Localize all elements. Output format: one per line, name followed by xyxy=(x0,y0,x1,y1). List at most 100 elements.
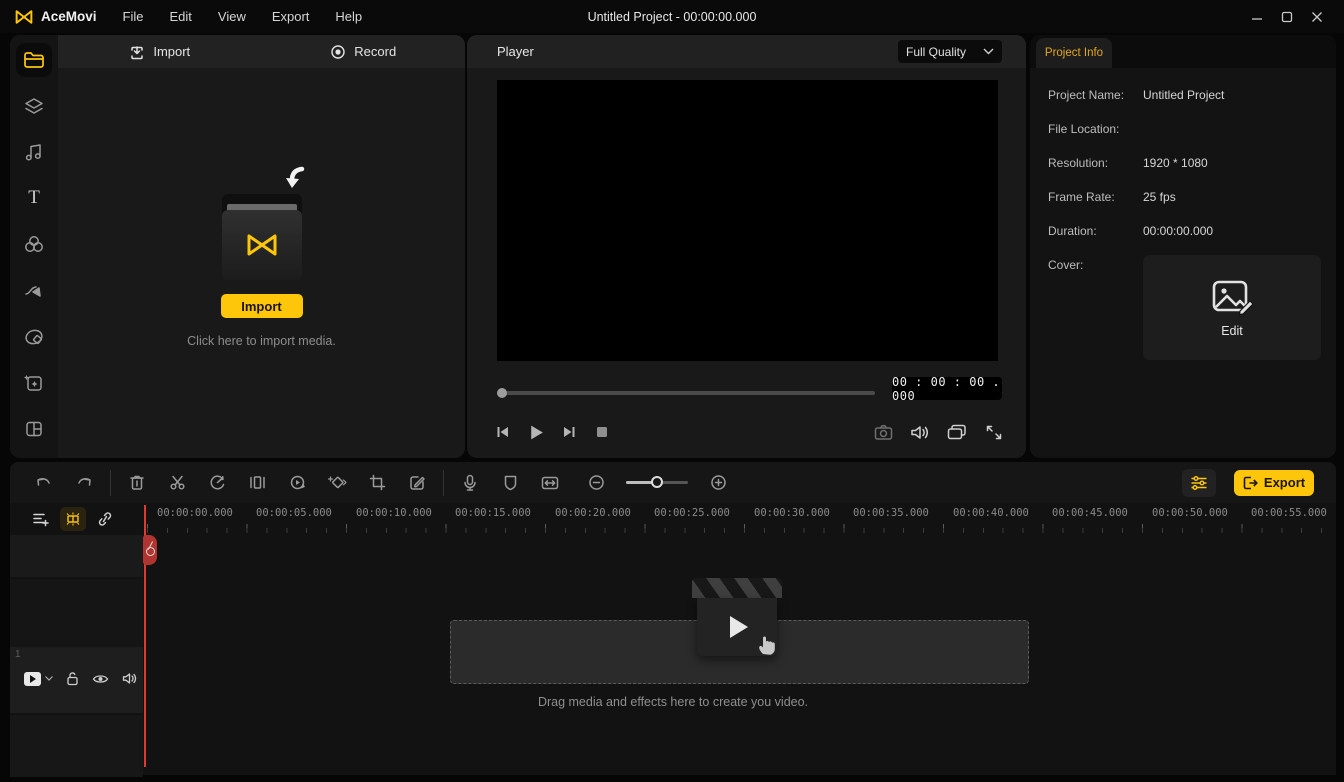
menu-file[interactable]: File xyxy=(123,9,144,24)
down-arrow-icon xyxy=(284,166,306,190)
chevron-down-icon xyxy=(45,676,53,681)
behaviors-icon xyxy=(23,327,45,347)
edit-toolbar: Export xyxy=(10,462,1336,503)
track-type-button[interactable] xyxy=(24,672,53,686)
sidebar-item-elements[interactable] xyxy=(16,366,52,400)
sidebar-item-media[interactable] xyxy=(16,43,52,77)
reverse-button[interactable] xyxy=(277,469,317,497)
next-frame-button[interactable] xyxy=(557,420,581,444)
track-visibility-button[interactable] xyxy=(92,673,109,685)
clapperboard-illustration xyxy=(692,578,782,658)
menu-view[interactable]: View xyxy=(218,9,246,24)
media-tabs: Import Record xyxy=(58,35,465,68)
media-folder-icon xyxy=(25,53,43,67)
cut-button[interactable] xyxy=(157,469,197,497)
ruler-label: 00:00:10.000 xyxy=(356,507,432,519)
timeline-drop-hint: Drag media and effects here to create yo… xyxy=(10,695,1336,709)
timeline-ruler[interactable]: 00:00:00.000 00:00:05.000 00:00:10.000 0… xyxy=(145,503,1336,533)
volume-speaker-icon[interactable] xyxy=(908,420,932,444)
sidebar-item-filters[interactable] xyxy=(16,227,52,261)
track-mute-button[interactable] xyxy=(122,672,137,685)
eye-icon xyxy=(92,673,109,685)
sidebar-item-text[interactable]: T xyxy=(16,181,52,215)
zoom-out-button[interactable] xyxy=(576,469,616,497)
player-panel: Player Full Quality 00 : 00 : 00 . 000 xyxy=(467,35,1026,458)
watermark-button[interactable] xyxy=(490,469,530,497)
adjustments-button[interactable] xyxy=(1182,469,1216,497)
tab-import[interactable]: Import xyxy=(58,35,262,68)
menu-edit[interactable]: Edit xyxy=(169,9,191,24)
menu-export[interactable]: Export xyxy=(272,9,310,24)
playhead-marker[interactable] xyxy=(143,535,157,565)
voiceover-button[interactable] xyxy=(450,469,490,497)
maximize-button[interactable] xyxy=(1272,0,1302,33)
snap-button[interactable] xyxy=(60,507,86,531)
sidebar-item-behaviors[interactable] xyxy=(16,320,52,354)
cover-edit-label: Edit xyxy=(1221,324,1243,338)
sidebar-item-transitions[interactable] xyxy=(16,274,52,308)
play-icon xyxy=(730,616,748,638)
ruler-label: 00:00:35.000 xyxy=(853,507,929,519)
close-button[interactable] xyxy=(1302,0,1332,33)
add-track-button[interactable] xyxy=(28,507,54,531)
sidebar-item-effects[interactable] xyxy=(16,89,52,123)
export-button[interactable]: Export xyxy=(1234,470,1314,496)
picture-in-picture-icon[interactable] xyxy=(945,420,969,444)
seek-thumb[interactable] xyxy=(497,388,507,398)
sidebar-item-audio[interactable] xyxy=(16,135,52,169)
filters-icon xyxy=(23,234,45,254)
quality-dropdown[interactable]: Full Quality xyxy=(898,40,1002,63)
fit-timeline-button[interactable] xyxy=(530,469,570,497)
minimize-button[interactable] xyxy=(1242,0,1272,33)
menu-help[interactable]: Help xyxy=(335,9,362,24)
adjustments-sliders-icon xyxy=(1190,475,1208,491)
track-row-header xyxy=(10,535,143,577)
redo-button[interactable] xyxy=(64,469,104,497)
mirror-button[interactable] xyxy=(237,469,277,497)
tab-record[interactable]: Record xyxy=(262,35,466,68)
fullscreen-expand-icon[interactable] xyxy=(982,420,1006,444)
import-dropzone[interactable]: Import Click here to import media. xyxy=(58,68,465,458)
track-lock-button[interactable] xyxy=(66,671,79,686)
cover-edit-button[interactable]: Edit xyxy=(1143,255,1321,360)
import-button[interactable]: Import xyxy=(221,294,303,318)
seek-slider[interactable] xyxy=(497,391,875,395)
link-button[interactable] xyxy=(92,507,118,531)
field-duration: Duration: 00:00:00.000 xyxy=(1048,224,1322,238)
video-track-icon xyxy=(24,672,41,686)
video-preview[interactable] xyxy=(497,80,998,361)
keyframe-button[interactable] xyxy=(317,469,357,497)
zoom-in-button[interactable] xyxy=(698,469,738,497)
track-row-header xyxy=(10,579,143,647)
titlebar: AceMovi File Edit View Export Help Untit… xyxy=(0,0,1344,33)
import-folder-illustration xyxy=(214,180,310,280)
export-label: Export xyxy=(1264,475,1305,490)
media-panel: T Import Rec xyxy=(10,35,465,458)
ruler-label: 00:00:15.000 xyxy=(455,507,531,519)
delete-button[interactable] xyxy=(117,469,157,497)
tab-project-info[interactable]: Project Info xyxy=(1036,38,1112,68)
audio-music-icon xyxy=(24,142,44,162)
transitions-icon xyxy=(23,281,45,301)
sidebar: T xyxy=(10,35,58,458)
sidebar-item-split-screen[interactable] xyxy=(16,412,52,446)
crop-button[interactable] xyxy=(357,469,397,497)
zoom-slider-handle[interactable] xyxy=(651,476,663,488)
player-timecode: 00 : 00 : 00 . 000 xyxy=(892,377,1002,400)
effects-layers-icon xyxy=(23,96,45,116)
window-controls xyxy=(1242,0,1332,33)
speed-button[interactable] xyxy=(197,469,237,497)
timeline-zoom-slider[interactable] xyxy=(626,481,688,484)
snapshot-camera-icon[interactable] xyxy=(871,420,895,444)
track-number: 1 xyxy=(15,649,21,660)
play-button[interactable] xyxy=(524,420,548,444)
undo-button[interactable] xyxy=(24,469,64,497)
toolbar-divider xyxy=(110,470,111,496)
ruler-label: 00:00:00.000 xyxy=(157,507,233,519)
chevron-down-icon xyxy=(983,48,994,55)
edit-clip-button[interactable] xyxy=(397,469,437,497)
previous-frame-button[interactable] xyxy=(491,420,515,444)
stop-button[interactable] xyxy=(590,420,614,444)
field-frame-rate: Frame Rate: 25 fps xyxy=(1048,190,1322,204)
window-title: Untitled Project - 00:00:00.000 xyxy=(0,10,1344,24)
